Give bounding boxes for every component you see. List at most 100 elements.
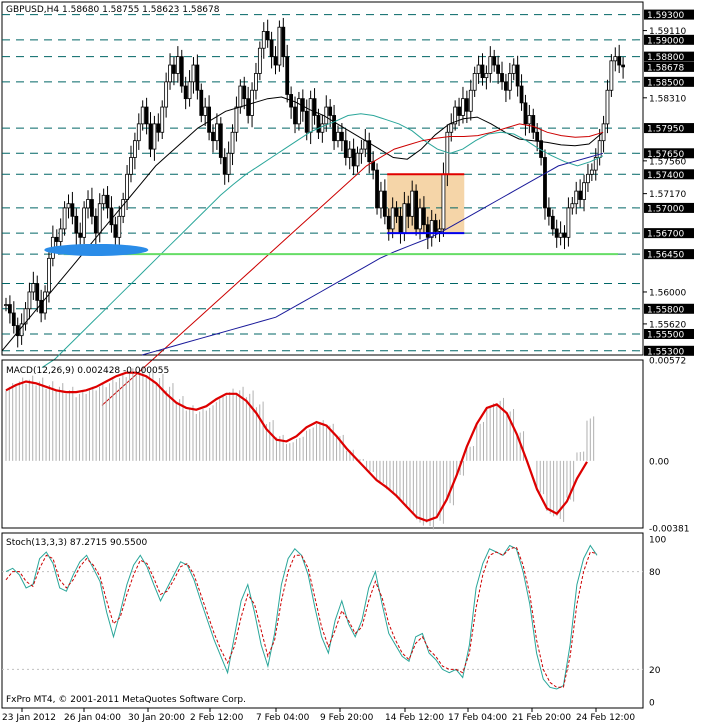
candle-body xyxy=(230,131,235,154)
candle-body xyxy=(183,85,188,100)
price-tag-label: 1.58500 xyxy=(647,78,684,88)
macd-tick-label: 0.00572 xyxy=(649,357,686,367)
candle-body xyxy=(168,64,172,83)
candle-body xyxy=(543,157,547,209)
candle-body xyxy=(558,232,563,238)
price-tick-label: 1.58310 xyxy=(649,94,686,104)
candle-body xyxy=(433,220,438,232)
time-tick-label: 21 Feb 20:00 xyxy=(512,713,571,723)
candle-body xyxy=(297,98,301,125)
candle-body xyxy=(226,152,231,175)
candle-body xyxy=(175,56,180,74)
candle-body xyxy=(31,283,36,293)
time-tick-label: 17 Feb 04:00 xyxy=(448,713,507,723)
candle-body xyxy=(394,207,399,217)
candle-body xyxy=(136,123,141,142)
candle-body xyxy=(90,199,94,217)
candle-body xyxy=(359,148,364,154)
time-tick-label: 30 Jan 20:00 xyxy=(128,713,185,723)
candle-body xyxy=(238,85,243,108)
candle-body xyxy=(254,73,258,91)
stoch-tick-label: 100 xyxy=(649,536,666,546)
candle-body xyxy=(277,26,282,66)
candle-body xyxy=(70,203,75,217)
candle-body xyxy=(336,131,340,142)
candle-body xyxy=(199,89,204,116)
candle-body xyxy=(504,81,508,91)
candle-body xyxy=(156,123,161,133)
candle-body xyxy=(414,190,418,230)
candle-body xyxy=(613,56,618,62)
price-tag-label: 1.58800 xyxy=(647,53,684,63)
price-tick-label: 1.57170 xyxy=(649,190,686,200)
candle-body xyxy=(621,64,625,68)
candle-body xyxy=(285,56,290,95)
candle-body xyxy=(27,291,32,310)
candle-body xyxy=(523,102,528,125)
candle-body xyxy=(43,291,47,314)
candle-body xyxy=(617,56,622,66)
candle-body xyxy=(93,215,98,234)
candle-body xyxy=(97,203,102,234)
stoch-tick-label: 20 xyxy=(649,666,661,676)
candle-body xyxy=(570,203,575,209)
candle-body xyxy=(242,85,247,100)
candle-body xyxy=(382,190,387,217)
candle-body xyxy=(351,148,356,167)
candle-body xyxy=(562,232,567,238)
candle-body xyxy=(86,199,90,209)
candle-body xyxy=(148,123,153,150)
price-tick-label: 1.57560 xyxy=(649,157,686,167)
support-ellipse xyxy=(44,243,149,256)
candle-body xyxy=(179,56,184,87)
price-tag-label: 1.57400 xyxy=(647,171,684,181)
candle-body xyxy=(347,148,352,158)
candle-body xyxy=(195,64,200,91)
candle-body xyxy=(410,190,415,217)
candle-body xyxy=(257,47,262,74)
candle-body xyxy=(484,73,489,79)
candle-body xyxy=(500,73,504,83)
candle-body xyxy=(480,64,485,79)
candle-body xyxy=(281,26,286,58)
candle-body xyxy=(234,106,239,133)
candle-body xyxy=(339,131,344,142)
candle-body xyxy=(11,312,16,326)
candle-body xyxy=(164,81,169,108)
candle-body xyxy=(211,131,215,142)
price-tag-label: 1.59000 xyxy=(647,36,684,46)
candle-body xyxy=(386,215,391,230)
price-tick-label: 1.55620 xyxy=(649,320,686,330)
candle-body xyxy=(402,203,407,234)
candle-body xyxy=(332,115,336,142)
candle-body xyxy=(425,224,430,238)
candle-body xyxy=(476,64,481,74)
candle-body xyxy=(515,64,520,87)
candle-body xyxy=(125,173,129,200)
candle-body xyxy=(527,115,532,125)
candle-body xyxy=(109,207,114,226)
candle-body xyxy=(8,304,12,314)
candle-body xyxy=(215,123,219,142)
candle-body xyxy=(113,224,118,238)
candle-body xyxy=(58,228,63,242)
price-tag-label: 1.59300 xyxy=(647,11,684,21)
candle-body xyxy=(461,98,465,116)
candle-body xyxy=(203,106,208,116)
candle-body xyxy=(172,64,176,74)
stoch-tick-label: 0 xyxy=(649,699,655,709)
candle-body xyxy=(472,73,477,91)
candle-body xyxy=(554,228,559,238)
candle-body xyxy=(586,173,590,184)
candle-body xyxy=(273,56,278,66)
time-tick-label: 26 Jan 04:00 xyxy=(64,713,121,723)
candle-body xyxy=(316,115,321,133)
candle-body xyxy=(519,85,524,104)
candle-body xyxy=(269,39,274,58)
candle-body xyxy=(511,64,516,74)
macd-title: MACD(12,26,9) 0.002428 -0.000055 xyxy=(6,366,169,376)
candle-body xyxy=(605,89,610,125)
candle-body xyxy=(78,232,83,238)
background xyxy=(0,0,707,724)
candle-body xyxy=(437,228,442,232)
